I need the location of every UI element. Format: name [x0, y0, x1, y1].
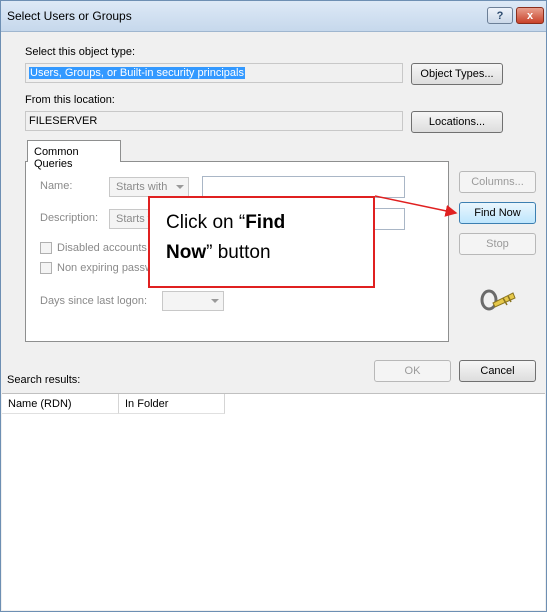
callout-arrow: [374, 195, 458, 217]
dialog-window: Select Users or Groups ? x Select this o…: [0, 0, 547, 612]
